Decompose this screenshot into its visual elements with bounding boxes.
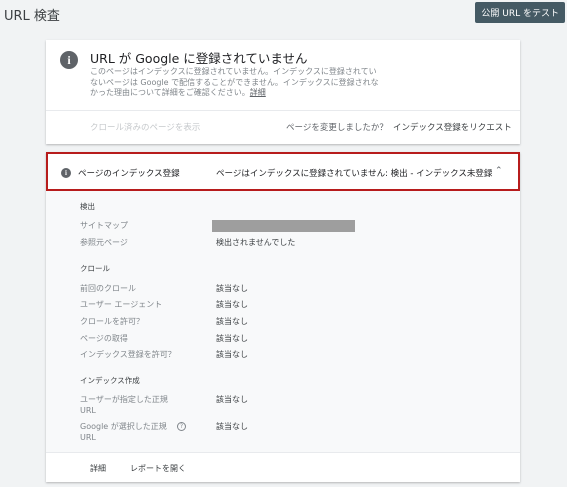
user-agent-label: ユーザー エージェント (80, 300, 163, 309)
view-crawled-page-button[interactable]: クロール済みのページを表示 (90, 121, 200, 133)
page-fetch-value: 該当なし (216, 334, 248, 343)
google-canonical-label: Google が選択した正規 URL (80, 421, 185, 443)
open-report-button[interactable]: レポートを開く (130, 463, 186, 474)
indexing-heading: インデックス作成 (80, 376, 140, 385)
last-crawl-label: 前回のクロール (80, 284, 136, 293)
discovery-heading: 検出 (80, 202, 95, 211)
page-indexing-status: ページはインデックスに登録されていません: 検出 - インデックス未登録 (216, 169, 493, 179)
crawl-heading: クロール (80, 264, 110, 273)
page-title: URL 検査 (4, 9, 60, 24)
index-status-description: このページはインデックスに登録されていません。インデックスに登録されてい ないペ… (90, 67, 395, 99)
index-status-title: URL が Google に登録されていません (90, 51, 308, 66)
last-crawl-value: 該当なし (216, 284, 248, 293)
referring-page-value: 検出されませんでした (216, 238, 296, 247)
page-fetch-label: ページの取得 (80, 334, 128, 343)
info-icon: i (60, 51, 78, 69)
page-indexing-label: ページのインデックス登録 (78, 169, 180, 179)
divider (46, 110, 520, 111)
index-status-card: i URL が Google に登録されていません このページはインデックスに登… (46, 40, 520, 144)
desc-text: かった理由について詳細をご確認ください。 (90, 88, 250, 97)
desc-line: このページはインデックスに登録されていません。インデックスに登録されてい (90, 67, 377, 76)
details-button[interactable]: 詳細 (90, 463, 106, 474)
google-canonical-value: 該当なし (216, 422, 248, 431)
help-icon[interactable]: ? (177, 422, 186, 431)
referring-page-label: 参照元ページ (80, 238, 128, 247)
label-line: ユーザーが指定した正規 (80, 395, 168, 404)
crawl-allowed-label: クロールを許可？ (80, 317, 144, 326)
page-indexing-header[interactable]: i ページのインデックス登録 ページはインデックスに登録されていません: 検出 … (46, 152, 520, 191)
user-canonical-label: ユーザーが指定した正規 URL (80, 394, 185, 416)
page-changed-question: ページを変更しましたか？ (286, 123, 388, 133)
redacted-sitemap-value (212, 220, 355, 232)
details-link[interactable]: 詳細 (250, 88, 266, 97)
sitemap-label: サイトマップ (80, 221, 128, 230)
desc-line: ないページは Google で配信することができません。インデックスに登録されな (90, 77, 379, 87)
test-live-url-button[interactable]: 公開 URL をテスト (475, 2, 565, 23)
desc-line: かった理由について詳細をご確認ください。詳細 (90, 88, 395, 99)
label-line: URL (80, 406, 96, 415)
user-canonical-value: 該当なし (216, 395, 248, 404)
request-indexing-button[interactable]: インデックス登録をリクエスト (393, 121, 512, 133)
label-line: Google が選択した正規 (80, 422, 167, 431)
info-icon: i (61, 168, 71, 178)
label-line: URL (80, 433, 96, 442)
crawl-allowed-value: 該当なし (216, 317, 248, 326)
page-indexing-card: i ページのインデックス登録 ページはインデックスに登録されていません: 検出 … (46, 152, 520, 482)
indexing-allowed-label: インデックス登録を許可？ (80, 350, 176, 359)
chevron-up-icon[interactable]: ⌃ (495, 166, 503, 176)
user-agent-value: 該当なし (216, 300, 248, 309)
divider (46, 452, 520, 453)
indexing-allowed-value: 該当なし (216, 350, 248, 359)
